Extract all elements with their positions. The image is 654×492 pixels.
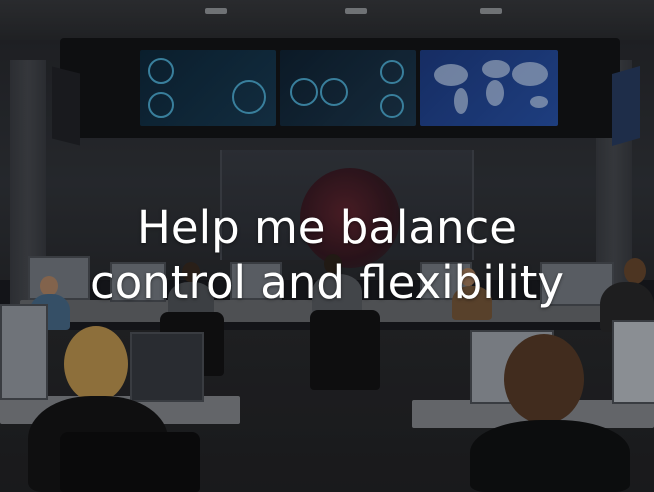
hero-headline: Help me balance control and flexibility — [0, 200, 654, 310]
hero-banner: Help me balance control and flexibility — [0, 0, 654, 492]
headline-line-1: Help me balance — [137, 201, 517, 254]
headline-line-2: control and flexibility — [90, 256, 564, 309]
